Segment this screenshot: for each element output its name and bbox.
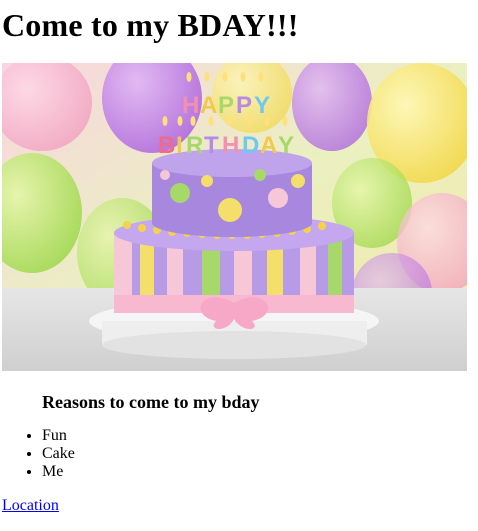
page-title: Come to my BDAY!!! xyxy=(2,7,299,43)
svg-text:D: D xyxy=(242,132,259,159)
svg-text:P: P xyxy=(218,92,234,119)
svg-text:R: R xyxy=(186,132,203,159)
svg-text:Y: Y xyxy=(278,132,294,159)
svg-text:P: P xyxy=(236,92,252,119)
svg-text:Y: Y xyxy=(254,92,270,119)
list-item: Cake xyxy=(42,445,478,463)
list-item: Fun xyxy=(42,427,478,445)
location-link[interactable]: Location xyxy=(2,497,59,515)
reasons-heading: Reasons to come to my bday xyxy=(42,392,260,412)
list-item: Me xyxy=(42,463,478,481)
svg-text:A: A xyxy=(200,92,217,119)
svg-text:H: H xyxy=(182,92,199,119)
svg-text:B: B xyxy=(158,132,175,159)
svg-text:H: H xyxy=(222,132,239,159)
svg-text:I: I xyxy=(176,132,183,159)
birthday-cake-image: H A P P Y B I R T H D A Y xyxy=(2,63,467,371)
page: Come to my BDAY!!! H A P P Y B I R T H D… xyxy=(0,0,478,531)
svg-text:A: A xyxy=(260,132,277,159)
svg-text:T: T xyxy=(204,132,219,159)
reasons-list: Fun Cake Me xyxy=(2,427,478,481)
